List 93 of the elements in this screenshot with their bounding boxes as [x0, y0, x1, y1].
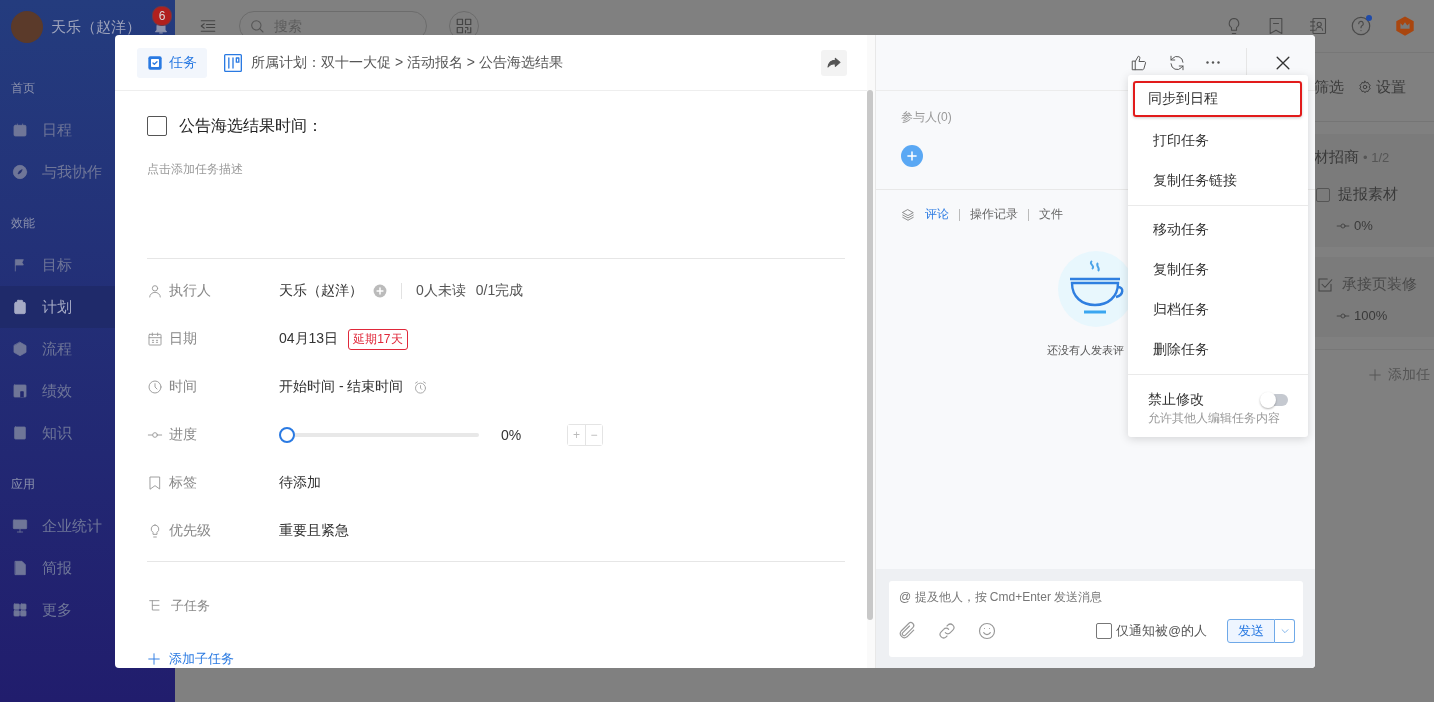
menu-item[interactable]: 打印任务 [1133, 121, 1303, 161]
checkbox-icon [147, 54, 163, 71]
progress-reading: 0% [501, 427, 523, 443]
collapse-menu-icon[interactable] [199, 17, 217, 35]
help-icon[interactable] [1350, 15, 1372, 37]
menu-item[interactable]: 同步到日程 [1133, 81, 1302, 117]
more-button[interactable] [1206, 61, 1220, 64]
toggle-hint: 允许其他人编辑任务内容 [1148, 410, 1281, 427]
completion-text: 100% [1354, 308, 1388, 323]
person-icon [147, 283, 163, 299]
notification-badge: 6 [152, 6, 172, 26]
crown-badge-icon[interactable] [1394, 15, 1416, 37]
sidebar-item[interactable]: 简报 [0, 547, 175, 589]
calendar-icon [147, 331, 163, 347]
clock-icon [147, 379, 163, 395]
completion-count: 0/1完成 [475, 282, 524, 300]
menu-item[interactable]: 复制任务 [1133, 250, 1303, 290]
unread-count: 0人未读 [416, 282, 466, 300]
share-button[interactable] [821, 49, 847, 76]
link-icon[interactable] [937, 621, 957, 641]
notify-option-label[interactable]: 仅通知被@的人 [1116, 622, 1207, 640]
section-title: 首页 [11, 80, 35, 97]
like-button[interactable] [1130, 53, 1148, 72]
tag-value[interactable]: 待添加 [279, 474, 321, 492]
compass-icon [12, 164, 28, 180]
due-date[interactable]: 04月13日 [279, 330, 339, 348]
field-label: 时间 [169, 378, 197, 396]
cube-icon [12, 341, 28, 357]
add-subtask-button[interactable]: 添加子任务 [147, 650, 845, 668]
qr-code-icon [455, 17, 473, 35]
book-icon [12, 425, 28, 441]
user-name: 天乐（赵洋） [51, 17, 141, 37]
field-label: 进度 [169, 426, 197, 444]
section-title: 效能 [11, 215, 35, 232]
menu-item[interactable]: 复制任务链接 [1133, 161, 1303, 201]
plus-icon [905, 149, 919, 163]
menu-item[interactable]: 归档任务 [1133, 290, 1303, 330]
section-title: 应用 [11, 476, 35, 493]
document-icon [12, 560, 28, 576]
empty-comments-text: 还没有人发表评 [1047, 343, 1124, 358]
toggle-switch[interactable] [1262, 394, 1288, 406]
field-label: 优先级 [169, 522, 211, 540]
progress-slider[interactable] [279, 427, 479, 443]
field-label: 日期 [169, 330, 197, 348]
grid-icon [12, 602, 28, 618]
tab[interactable]: 文件 [1039, 206, 1063, 223]
priority-value[interactable]: 重要且紧急 [279, 522, 349, 540]
breadcrumb[interactable]: 所属计划：双十一大促 > 活动报名 > 公告海选结果 [251, 53, 563, 72]
search-icon [249, 18, 265, 34]
alarm-clock-icon[interactable] [413, 379, 429, 395]
task-title[interactable]: 公告海选结果时间： [179, 115, 323, 137]
send-options-button[interactable] [1275, 619, 1295, 643]
plus-icon [147, 652, 161, 666]
calendar-icon [12, 122, 28, 138]
task-checkbox[interactable] [147, 116, 167, 136]
participants-label: 参与人(0) [901, 109, 953, 126]
tab[interactable]: 评论 [925, 206, 949, 223]
monitor-icon [12, 518, 28, 534]
clipboard-icon [12, 299, 28, 315]
task-type-tag: 任务 [137, 47, 207, 78]
subtask-label: 子任务 [171, 597, 210, 615]
thumbs-up-icon [1130, 53, 1148, 72]
menu-item[interactable]: 删除任务 [1133, 330, 1303, 370]
menu-toggle-label[interactable]: 禁止修改 [1148, 391, 1204, 409]
time-range[interactable]: 开始时间 - 结束时间 [279, 378, 404, 396]
add-participant-button[interactable] [901, 145, 923, 167]
settings-icon [1358, 80, 1372, 94]
field-label: 标签 [169, 474, 197, 492]
layers-icon [901, 207, 915, 222]
send-button[interactable]: 发送 [1227, 619, 1275, 643]
checked-box-icon[interactable] [1316, 275, 1334, 294]
menu-item[interactable]: 移动任务 [1133, 210, 1303, 250]
tab[interactable]: 操作记录 [970, 206, 1018, 223]
caret-icon [1279, 626, 1290, 636]
more-icon [1206, 61, 1220, 64]
checkbox[interactable] [1316, 187, 1330, 202]
subtask-icon [147, 598, 163, 614]
completion-text: 0% [1354, 218, 1373, 233]
overdue-tag: 延期17天 [348, 328, 408, 350]
checkbox[interactable] [1096, 623, 1113, 639]
comment-field[interactable]: @ 提及他人，按 Cmd+Enter 发送消息 仅通知被@的人 发送 [889, 581, 1303, 657]
chart-icon [12, 383, 28, 399]
bookmark-icon [147, 475, 163, 491]
task-group-title: 材招商 [1314, 148, 1359, 167]
slider-thumb[interactable] [279, 427, 295, 443]
contact-card-icon[interactable] [1308, 16, 1328, 36]
plus-icon [1368, 368, 1382, 382]
paperclip-icon[interactable] [897, 621, 917, 641]
refresh-icon [1168, 53, 1186, 72]
smiley-icon[interactable] [977, 621, 997, 641]
assignee-name[interactable]: 天乐（赵洋） [279, 282, 363, 300]
refresh-button[interactable] [1168, 53, 1186, 72]
board-icon [223, 52, 243, 73]
